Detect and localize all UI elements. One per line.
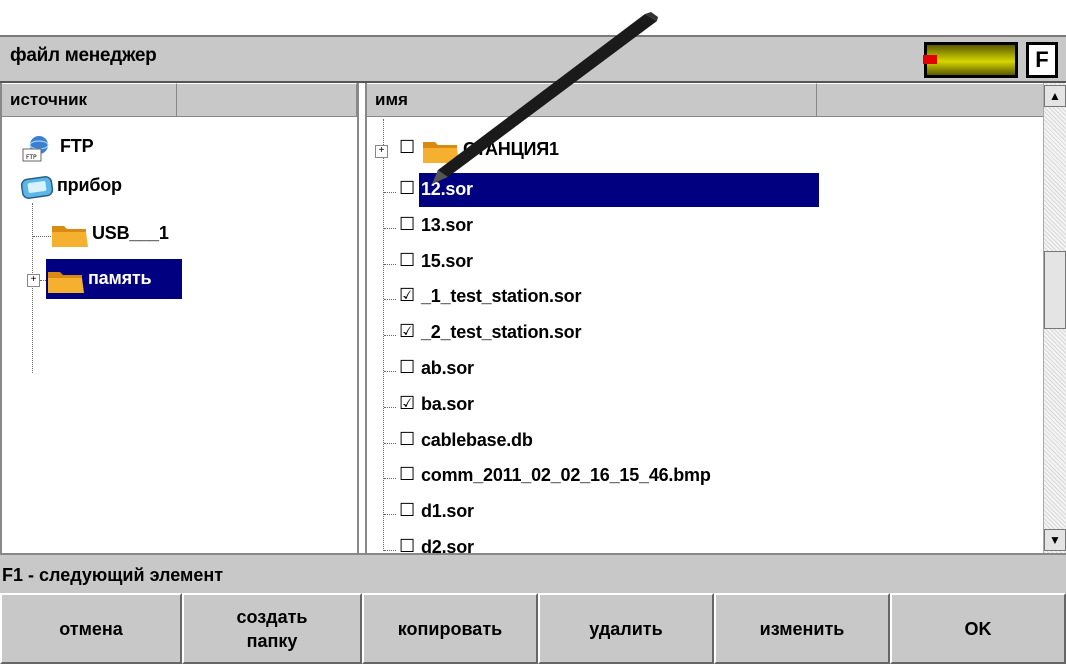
button-bar: отмена создать папку копировать удалить … (0, 593, 1066, 664)
file-name[interactable]: ab.sor (421, 358, 474, 379)
file-name[interactable]: comm_2011_02_02_16_15_46.bmp (421, 465, 711, 486)
tree-line (384, 227, 396, 229)
expand-icon[interactable]: + (27, 274, 40, 287)
scroll-down-button[interactable]: ▼ (1044, 529, 1066, 551)
copy-button[interactable]: копировать (362, 593, 538, 664)
tree-line (384, 442, 396, 444)
file-name[interactable]: 12.sor (421, 179, 473, 200)
source-device[interactable]: прибор (57, 175, 122, 196)
file-checkbox[interactable]: ☐ (399, 429, 415, 450)
file-checkbox[interactable]: ☐ (399, 357, 415, 378)
file-checkbox[interactable]: ☐ (399, 464, 415, 485)
source-panel: источник FTP FTP прибор USB___1 + память (0, 83, 359, 553)
tree-line (384, 299, 396, 301)
file-name[interactable]: _1_test_station.sor (421, 286, 581, 307)
tree-line (384, 371, 396, 372)
folder-icon (419, 115, 459, 123)
scroll-up-button[interactable]: ▲ (1044, 85, 1066, 107)
create-folder-button[interactable]: создать папку (182, 593, 362, 664)
status-text: F1 - следующий элемент (2, 565, 224, 585)
ok-button[interactable]: OK (890, 593, 1066, 664)
name-column-extra[interactable] (817, 83, 1045, 117)
tree-line (384, 192, 396, 193)
tree-line (384, 406, 396, 408)
file-name[interactable]: _2_test_station.sor (421, 322, 581, 343)
file-folder-name[interactable]: СТАНЦИЯ1 (463, 139, 559, 160)
tree-line (384, 263, 396, 265)
source-memory[interactable]: память (88, 268, 152, 289)
file-row-selected[interactable] (419, 173, 819, 207)
expand-icon[interactable]: + (375, 145, 388, 158)
battery-icon (923, 42, 1018, 78)
name-column-header[interactable]: имя (367, 83, 817, 117)
tree-line (384, 478, 396, 480)
file-checkbox[interactable]: ☑ (399, 393, 415, 414)
file-checkbox[interactable]: ☐ (399, 214, 415, 235)
folder-icon (50, 221, 90, 247)
create-folder-label-2: папку (246, 630, 298, 651)
file-checkbox[interactable]: ☑ (399, 321, 415, 342)
delete-button[interactable]: удалить (538, 593, 714, 664)
folder-checkbox[interactable]: ☐ (399, 137, 415, 158)
tree-line (384, 514, 396, 516)
rename-button[interactable]: изменить (714, 593, 890, 664)
cancel-button[interactable]: отмена (0, 593, 182, 664)
file-checkbox[interactable]: ☐ (399, 178, 415, 199)
source-column-header[interactable]: источник (2, 83, 177, 117)
file-name[interactable]: d1.sor (421, 501, 474, 522)
scrollbar[interactable]: ▲ ▼ (1043, 83, 1066, 553)
scrollbar-thumb[interactable] (1044, 251, 1066, 329)
create-folder-label-1: создать (236, 606, 308, 627)
function-key-button[interactable]: F (1026, 42, 1058, 78)
source-column-extra[interactable] (177, 83, 357, 117)
folder-icon (421, 137, 461, 163)
ftp-icon: FTP (22, 133, 52, 163)
file-name[interactable]: 13.sor (421, 215, 473, 236)
tree-line (384, 550, 396, 551)
folder-icon (46, 267, 86, 293)
file-checkbox[interactable]: ☑ (399, 285, 415, 306)
window-title: файл менеджер (10, 45, 157, 66)
file-name[interactable]: cablebase.db (421, 430, 533, 451)
battery-level (927, 45, 1015, 75)
svg-text:FTP: FTP (26, 154, 37, 161)
status-bar: F1 - следующий элемент (0, 553, 1066, 593)
file-checkbox[interactable]: ☐ (399, 250, 415, 271)
tree-line (32, 203, 33, 373)
source-ftp[interactable]: FTP (60, 136, 94, 157)
title-bar: файл менеджер F (0, 35, 1066, 83)
device-icon (20, 175, 56, 201)
file-checkbox[interactable]: ☐ (399, 500, 415, 521)
file-name[interactable]: 15.sor (421, 251, 473, 272)
file-name[interactable]: ba.sor (421, 394, 474, 415)
battery-indicator (923, 55, 937, 64)
source-usb[interactable]: USB___1 (92, 223, 169, 244)
file-panel: имя + ☐ СТАНЦИЯ1 ☐ 12.sor ☐ 13.sor ☐ 15.sor ☑ _… (365, 83, 1066, 557)
tree-line (384, 335, 396, 337)
